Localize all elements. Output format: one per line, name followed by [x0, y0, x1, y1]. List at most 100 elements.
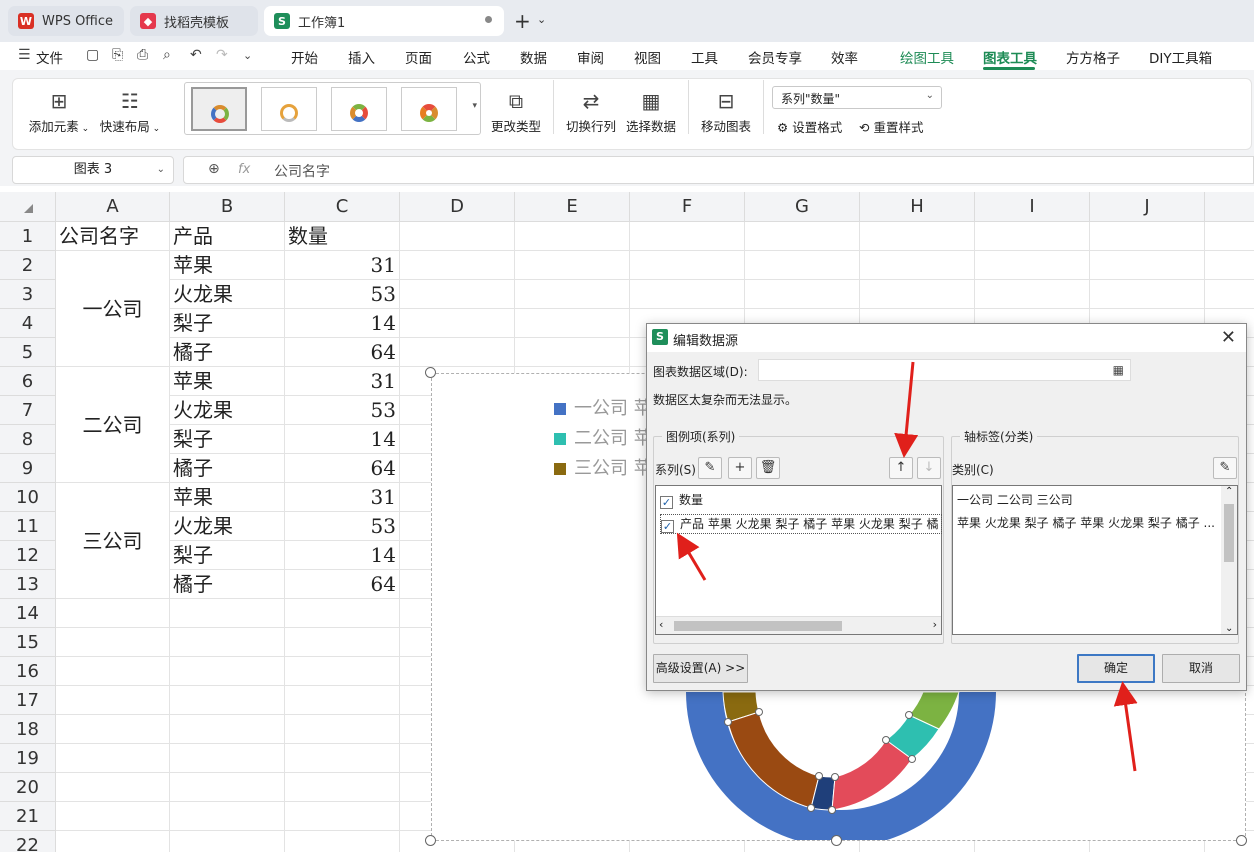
chevron-down-icon[interactable]: ⌄ [243, 49, 252, 62]
column-header[interactable]: B [170, 192, 285, 222]
switch-row-col-button[interactable]: ⇄ 切换行列 [563, 86, 619, 135]
selection-point[interactable] [908, 755, 916, 763]
row-header[interactable]: 22 [0, 831, 56, 852]
select-all-corner[interactable] [0, 192, 56, 222]
row-header[interactable]: 2 [0, 251, 56, 280]
menu-view[interactable]: 视图 [634, 47, 661, 67]
edit-category-pencil-icon[interactable]: ✎ [1213, 457, 1237, 479]
quantity-cell[interactable]: 14 [285, 425, 400, 454]
resize-handle[interactable] [1236, 835, 1247, 846]
category-item[interactable]: 一公司 二公司 三公司 [957, 491, 1073, 508]
row-header[interactable]: 8 [0, 425, 56, 454]
change-type-button[interactable]: ⧉ 更改类型 [488, 86, 544, 135]
column-header[interactable]: I [975, 192, 1090, 222]
reset-style-button[interactable]: ⟲ 重置样式 [859, 117, 923, 136]
row-header[interactable]: 12 [0, 541, 56, 570]
cell-c1[interactable]: 数量 [285, 222, 400, 251]
column-header[interactable]: C [285, 192, 400, 222]
column-header[interactable]: G [745, 192, 860, 222]
chart-style-thumb[interactable] [191, 87, 247, 131]
new-tab-plus-icon[interactable]: + [514, 9, 531, 33]
checkbox-checked-icon[interactable]: ✓ [660, 496, 673, 509]
quantity-cell[interactable]: 53 [285, 280, 400, 309]
series-item[interactable]: ✓ 数量 [660, 491, 703, 509]
quantity-cell[interactable]: 53 [285, 512, 400, 541]
menu-home[interactable]: 开始 [291, 47, 318, 67]
quantity-cell[interactable]: 31 [285, 367, 400, 396]
product-cell[interactable]: 橘子 [170, 454, 285, 483]
checkbox-checked-icon[interactable]: ✓ [661, 520, 674, 533]
quantity-cell[interactable]: 53 [285, 396, 400, 425]
column-header[interactable]: H [860, 192, 975, 222]
quantity-cell[interactable]: 14 [285, 541, 400, 570]
merged-company-cell[interactable]: 三公司 [56, 483, 170, 599]
quantity-cell[interactable]: 64 [285, 570, 400, 599]
menu-insert[interactable]: 插入 [348, 47, 375, 67]
horizontal-scrollbar[interactable]: ‹ › [656, 616, 941, 634]
selection-point[interactable] [882, 736, 890, 744]
chart-style-thumb[interactable] [401, 87, 457, 131]
resize-handle[interactable] [831, 835, 842, 846]
row-header[interactable]: 9 [0, 454, 56, 483]
redo-icon[interactable]: ↷ [216, 47, 228, 63]
row-header[interactable]: 6 [0, 367, 56, 396]
row-header[interactable]: 13 [0, 570, 56, 599]
column-header[interactable]: E [515, 192, 630, 222]
row-header[interactable]: 10 [0, 483, 56, 512]
product-cell[interactable]: 苹果 [170, 367, 285, 396]
export-icon[interactable]: ⎘ [112, 47, 123, 63]
select-data-button[interactable]: ▦ 选择数据 [623, 86, 679, 135]
menu-page[interactable]: 页面 [405, 47, 432, 67]
category-listbox[interactable]: 一公司 二公司 三公司 苹果 火龙果 梨子 橘子 苹果 火龙果 梨子 橘子 ..… [952, 485, 1238, 635]
print-preview-icon[interactable]: ⌕ [163, 47, 171, 63]
selection-point[interactable] [807, 804, 815, 812]
scroll-down-icon[interactable]: ⌄ [1225, 623, 1233, 634]
set-format-button[interactable]: ⚙ 设置格式 [777, 117, 842, 136]
row-header[interactable]: 11 [0, 512, 56, 541]
hamburger-menu-icon[interactable]: ☰ [18, 47, 31, 63]
chevron-down-icon[interactable]: ⌄ [157, 157, 165, 183]
range-select-icon[interactable]: ▦ [1113, 363, 1124, 377]
column-header[interactable]: D [400, 192, 515, 222]
scroll-thumb[interactable] [1224, 504, 1234, 562]
fx-icon[interactable]: fx [238, 162, 250, 177]
move-down-arrow-icon[interactable]: ↓ [917, 457, 941, 479]
product-cell[interactable]: 苹果 [170, 483, 285, 512]
add-element-button[interactable]: ⊞ 添加元素 ⌄ [28, 86, 90, 135]
menu-formula[interactable]: 公式 [463, 47, 490, 67]
row-header[interactable]: 17 [0, 686, 56, 715]
print-icon[interactable]: ⎙ [137, 47, 148, 63]
formula-input[interactable]: ⊕ fx 公司名字 [183, 156, 1254, 184]
row-header[interactable]: 15 [0, 628, 56, 657]
tab-workbook[interactable]: S 工作簿1 [264, 6, 504, 36]
scroll-up-icon[interactable]: ⌃ [1225, 486, 1233, 497]
series-select[interactable]: 系列"数量" ⌄ [772, 86, 942, 109]
scroll-left-icon[interactable]: ‹ [659, 618, 663, 631]
cell-b1[interactable]: 产品 [170, 222, 285, 251]
row-header[interactable]: 21 [0, 802, 56, 831]
column-header[interactable]: J [1090, 192, 1205, 222]
save-icon[interactable]: ▢ [86, 47, 99, 63]
unsaved-dot-icon[interactable] [485, 16, 492, 23]
menu-file[interactable]: 文件 [36, 47, 63, 67]
menu-diy-toolbox[interactable]: DIY工具箱 [1149, 47, 1212, 67]
row-header[interactable]: 14 [0, 599, 56, 628]
product-cell[interactable]: 梨子 [170, 309, 285, 338]
product-cell[interactable]: 苹果 [170, 251, 285, 280]
advanced-settings-button[interactable]: 高级设置(A) >> [653, 654, 748, 683]
product-cell[interactable]: 梨子 [170, 425, 285, 454]
tab-docer-templates[interactable]: ◆ 找稻壳模板 [130, 6, 258, 36]
name-box[interactable]: 图表 3 ⌄ [12, 156, 174, 184]
chevron-down-icon[interactable]: ⌄ [537, 13, 546, 26]
merged-company-cell[interactable]: 一公司 [56, 251, 170, 367]
series-item[interactable]: ✓ 产品 苹果 火龙果 梨子 橘子 苹果 火龙果 梨子 橘 [660, 514, 942, 534]
row-header[interactable]: 18 [0, 715, 56, 744]
tab-wps-office[interactable]: W WPS Office [8, 6, 124, 36]
menu-chart-tools[interactable]: 图表工具 [983, 47, 1037, 67]
row-header[interactable]: 16 [0, 657, 56, 686]
row-header[interactable]: 3 [0, 280, 56, 309]
menu-review[interactable]: 审阅 [577, 47, 604, 67]
row-header[interactable]: 1 [0, 222, 56, 251]
edit-series-pencil-icon[interactable]: ✎ [698, 457, 722, 479]
undo-icon[interactable]: ↶ [190, 47, 202, 63]
